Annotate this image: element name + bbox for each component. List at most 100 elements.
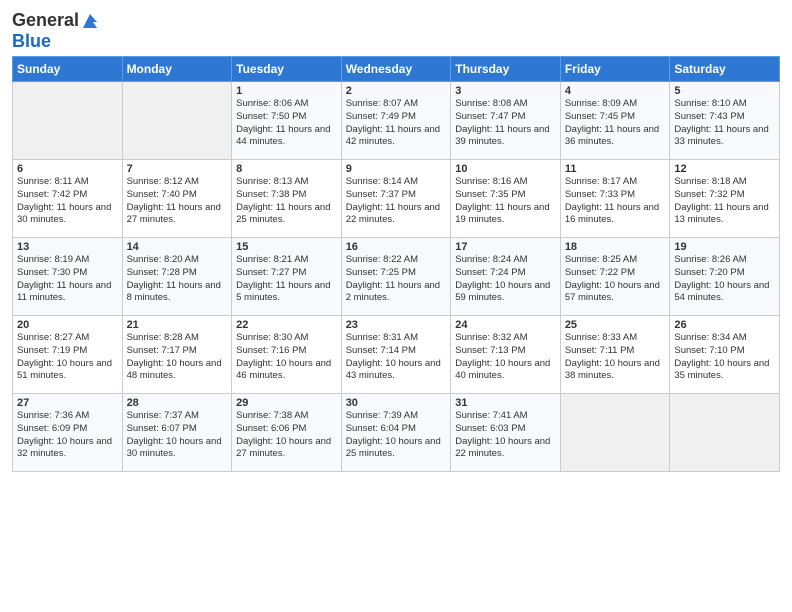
day-number: 17 [455, 241, 556, 253]
day-number: 24 [455, 319, 556, 331]
day-info: Sunrise: 8:07 AM Sunset: 7:49 PM Dayligh… [346, 98, 447, 149]
day-info: Sunrise: 8:08 AM Sunset: 7:47 PM Dayligh… [455, 98, 556, 149]
day-info: Sunrise: 8:19 AM Sunset: 7:30 PM Dayligh… [17, 254, 118, 305]
day-info: Sunrise: 8:24 AM Sunset: 7:24 PM Dayligh… [455, 254, 556, 305]
day-info: Sunrise: 8:12 AM Sunset: 7:40 PM Dayligh… [127, 176, 228, 227]
calendar-cell: 9Sunrise: 8:14 AM Sunset: 7:37 PM Daylig… [341, 160, 451, 238]
day-number: 2 [346, 85, 447, 97]
calendar-cell [560, 394, 670, 472]
day-info: Sunrise: 8:21 AM Sunset: 7:27 PM Dayligh… [236, 254, 337, 305]
day-number: 21 [127, 319, 228, 331]
weekday-header-monday: Monday [122, 57, 232, 82]
calendar-cell: 3Sunrise: 8:08 AM Sunset: 7:47 PM Daylig… [451, 82, 561, 160]
weekday-header-wednesday: Wednesday [341, 57, 451, 82]
day-info: Sunrise: 8:32 AM Sunset: 7:13 PM Dayligh… [455, 332, 556, 383]
day-info: Sunrise: 8:33 AM Sunset: 7:11 PM Dayligh… [565, 332, 666, 383]
calendar-cell: 27Sunrise: 7:36 AM Sunset: 6:09 PM Dayli… [13, 394, 123, 472]
day-info: Sunrise: 7:39 AM Sunset: 6:04 PM Dayligh… [346, 410, 447, 461]
calendar-cell: 22Sunrise: 8:30 AM Sunset: 7:16 PM Dayli… [232, 316, 342, 394]
calendar-week-4: 20Sunrise: 8:27 AM Sunset: 7:19 PM Dayli… [13, 316, 780, 394]
day-info: Sunrise: 8:10 AM Sunset: 7:43 PM Dayligh… [674, 98, 775, 149]
day-number: 6 [17, 163, 118, 175]
logo-icon [81, 12, 99, 30]
day-number: 23 [346, 319, 447, 331]
calendar-cell: 20Sunrise: 8:27 AM Sunset: 7:19 PM Dayli… [13, 316, 123, 394]
calendar-cell: 4Sunrise: 8:09 AM Sunset: 7:45 PM Daylig… [560, 82, 670, 160]
day-number: 16 [346, 241, 447, 253]
calendar-cell [122, 82, 232, 160]
calendar-cell: 29Sunrise: 7:38 AM Sunset: 6:06 PM Dayli… [232, 394, 342, 472]
day-info: Sunrise: 7:38 AM Sunset: 6:06 PM Dayligh… [236, 410, 337, 461]
calendar-week-2: 6Sunrise: 8:11 AM Sunset: 7:42 PM Daylig… [13, 160, 780, 238]
day-info: Sunrise: 7:41 AM Sunset: 6:03 PM Dayligh… [455, 410, 556, 461]
logo-general-text: General [12, 10, 79, 31]
header: General Blue [12, 10, 780, 52]
calendar-week-5: 27Sunrise: 7:36 AM Sunset: 6:09 PM Dayli… [13, 394, 780, 472]
calendar-cell: 6Sunrise: 8:11 AM Sunset: 7:42 PM Daylig… [13, 160, 123, 238]
day-info: Sunrise: 8:28 AM Sunset: 7:17 PM Dayligh… [127, 332, 228, 383]
day-number: 3 [455, 85, 556, 97]
calendar-cell: 28Sunrise: 7:37 AM Sunset: 6:07 PM Dayli… [122, 394, 232, 472]
day-number: 14 [127, 241, 228, 253]
calendar-cell: 7Sunrise: 8:12 AM Sunset: 7:40 PM Daylig… [122, 160, 232, 238]
day-number: 9 [346, 163, 447, 175]
day-number: 31 [455, 397, 556, 409]
calendar-cell: 10Sunrise: 8:16 AM Sunset: 7:35 PM Dayli… [451, 160, 561, 238]
day-info: Sunrise: 8:34 AM Sunset: 7:10 PM Dayligh… [674, 332, 775, 383]
day-number: 4 [565, 85, 666, 97]
calendar-cell: 14Sunrise: 8:20 AM Sunset: 7:28 PM Dayli… [122, 238, 232, 316]
day-info: Sunrise: 8:16 AM Sunset: 7:35 PM Dayligh… [455, 176, 556, 227]
day-number: 5 [674, 85, 775, 97]
calendar-cell [13, 82, 123, 160]
calendar-cell: 19Sunrise: 8:26 AM Sunset: 7:20 PM Dayli… [670, 238, 780, 316]
day-info: Sunrise: 8:17 AM Sunset: 7:33 PM Dayligh… [565, 176, 666, 227]
calendar-week-3: 13Sunrise: 8:19 AM Sunset: 7:30 PM Dayli… [13, 238, 780, 316]
calendar-cell: 21Sunrise: 8:28 AM Sunset: 7:17 PM Dayli… [122, 316, 232, 394]
calendar-cell: 5Sunrise: 8:10 AM Sunset: 7:43 PM Daylig… [670, 82, 780, 160]
day-info: Sunrise: 8:09 AM Sunset: 7:45 PM Dayligh… [565, 98, 666, 149]
day-number: 26 [674, 319, 775, 331]
day-number: 20 [17, 319, 118, 331]
day-info: Sunrise: 8:13 AM Sunset: 7:38 PM Dayligh… [236, 176, 337, 227]
day-number: 29 [236, 397, 337, 409]
calendar-cell: 11Sunrise: 8:17 AM Sunset: 7:33 PM Dayli… [560, 160, 670, 238]
day-number: 15 [236, 241, 337, 253]
day-info: Sunrise: 8:25 AM Sunset: 7:22 PM Dayligh… [565, 254, 666, 305]
day-info: Sunrise: 8:31 AM Sunset: 7:14 PM Dayligh… [346, 332, 447, 383]
day-info: Sunrise: 7:37 AM Sunset: 6:07 PM Dayligh… [127, 410, 228, 461]
day-number: 22 [236, 319, 337, 331]
calendar-cell: 12Sunrise: 8:18 AM Sunset: 7:32 PM Dayli… [670, 160, 780, 238]
day-info: Sunrise: 8:20 AM Sunset: 7:28 PM Dayligh… [127, 254, 228, 305]
calendar-cell: 24Sunrise: 8:32 AM Sunset: 7:13 PM Dayli… [451, 316, 561, 394]
day-number: 13 [17, 241, 118, 253]
day-number: 27 [17, 397, 118, 409]
calendar-cell [670, 394, 780, 472]
day-number: 8 [236, 163, 337, 175]
day-number: 10 [455, 163, 556, 175]
calendar-cell: 23Sunrise: 8:31 AM Sunset: 7:14 PM Dayli… [341, 316, 451, 394]
weekday-header-sunday: Sunday [13, 57, 123, 82]
day-info: Sunrise: 8:30 AM Sunset: 7:16 PM Dayligh… [236, 332, 337, 383]
day-number: 12 [674, 163, 775, 175]
day-number: 28 [127, 397, 228, 409]
calendar-cell: 13Sunrise: 8:19 AM Sunset: 7:30 PM Dayli… [13, 238, 123, 316]
calendar-week-1: 1Sunrise: 8:06 AM Sunset: 7:50 PM Daylig… [13, 82, 780, 160]
day-info: Sunrise: 8:14 AM Sunset: 7:37 PM Dayligh… [346, 176, 447, 227]
logo: General Blue [12, 10, 99, 52]
day-number: 18 [565, 241, 666, 253]
calendar-cell: 2Sunrise: 8:07 AM Sunset: 7:49 PM Daylig… [341, 82, 451, 160]
calendar-cell: 25Sunrise: 8:33 AM Sunset: 7:11 PM Dayli… [560, 316, 670, 394]
day-info: Sunrise: 8:11 AM Sunset: 7:42 PM Dayligh… [17, 176, 118, 227]
day-number: 30 [346, 397, 447, 409]
weekday-header-thursday: Thursday [451, 57, 561, 82]
calendar-cell: 15Sunrise: 8:21 AM Sunset: 7:27 PM Dayli… [232, 238, 342, 316]
calendar-cell: 18Sunrise: 8:25 AM Sunset: 7:22 PM Dayli… [560, 238, 670, 316]
page-container: General Blue SundayMondayTuesdayWednesda… [0, 0, 792, 480]
calendar-cell: 26Sunrise: 8:34 AM Sunset: 7:10 PM Dayli… [670, 316, 780, 394]
weekday-header-friday: Friday [560, 57, 670, 82]
day-number: 19 [674, 241, 775, 253]
calendar-table: SundayMondayTuesdayWednesdayThursdayFrid… [12, 56, 780, 472]
logo-blue-text: Blue [12, 31, 51, 52]
calendar-cell: 17Sunrise: 8:24 AM Sunset: 7:24 PM Dayli… [451, 238, 561, 316]
calendar-cell: 31Sunrise: 7:41 AM Sunset: 6:03 PM Dayli… [451, 394, 561, 472]
